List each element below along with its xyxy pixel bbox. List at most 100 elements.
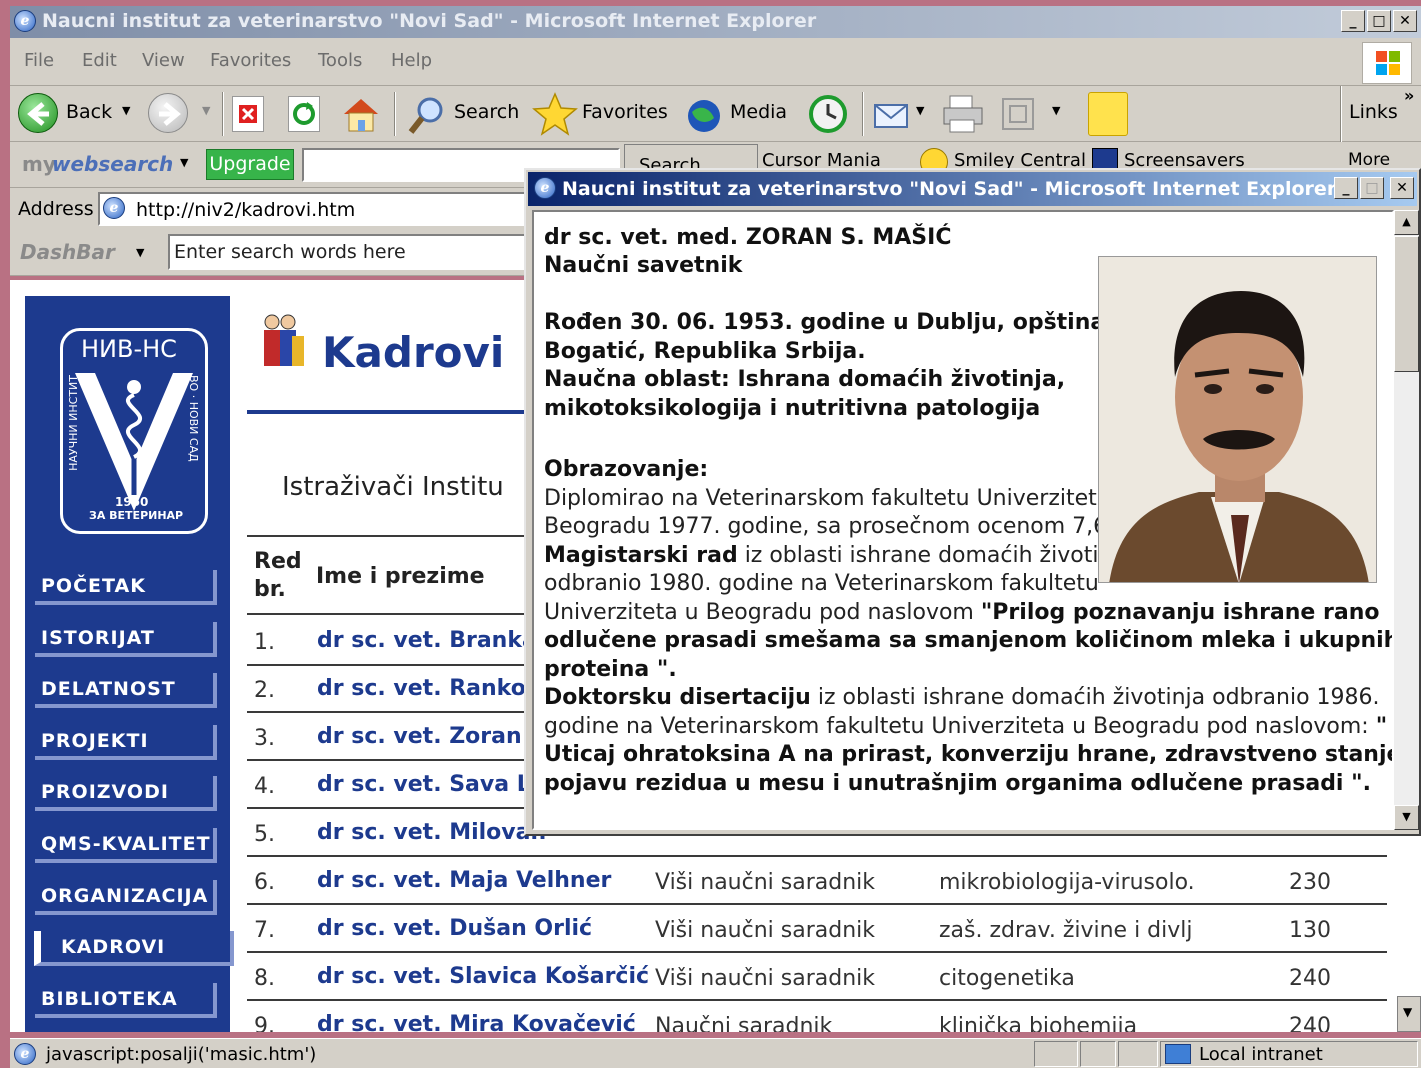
dashbar-placeholder: Enter search words here: [174, 241, 406, 263]
dashbar-brand[interactable]: DashBar: [20, 240, 115, 264]
logo-title: НИВ-НС: [81, 335, 177, 363]
menu-tools[interactable]: Tools: [318, 50, 362, 71]
bio-line: Bogatić, Republika Srbija.: [544, 339, 866, 364]
back-arrow-icon[interactable]: [18, 93, 58, 133]
portrait-photo: [1098, 256, 1377, 583]
scroll-down-arrow-icon[interactable]: ▼: [1394, 805, 1419, 830]
menu-favorites[interactable]: Favorites: [210, 50, 291, 71]
row-code: 240: [1289, 966, 1331, 991]
row-name-link[interactable]: dr sc. vet. Dušan Orlić: [317, 916, 592, 941]
refresh-icon[interactable]: [288, 96, 320, 132]
row-name-link[interactable]: dr sc. vet. Mira Kovačević: [317, 1012, 636, 1032]
row-name-link[interactable]: dr sc. vet. Slavica Košarčić: [317, 964, 649, 989]
minimize-button[interactable]: _: [1341, 10, 1365, 32]
more-link[interactable]: More: [1348, 150, 1390, 170]
messenger-note-icon[interactable]: [1088, 92, 1128, 136]
forward-arrow-icon[interactable]: [148, 93, 188, 133]
maximize-button[interactable]: □: [1367, 10, 1391, 32]
status-page-icon: e: [14, 1043, 36, 1065]
close-button[interactable]: ✕: [1393, 10, 1417, 32]
edit-page-icon[interactable]: [1002, 98, 1034, 130]
status-zone: Local intranet: [1199, 1044, 1323, 1065]
row-name-link[interactable]: dr sc. vet. Maja Velhner: [317, 868, 611, 893]
masters-title-line: odlučene prasadi smešama sa smanjenom ko…: [544, 628, 1394, 653]
mywebsearch-dropdown-icon[interactable]: ▼: [180, 156, 188, 169]
status-panel: [1118, 1041, 1158, 1067]
mywebsearch-brand-web[interactable]: websearch: [52, 152, 173, 176]
row-field: klinička biohemija: [939, 1014, 1138, 1032]
header-ime-prezime: Ime i prezime: [316, 564, 485, 589]
page-scroll-down-button[interactable]: ▼: [1397, 996, 1421, 1032]
menu-help[interactable]: Help: [391, 50, 432, 71]
row-code: 130: [1289, 918, 1331, 943]
nav-delatnost[interactable]: DELATNOST: [35, 673, 217, 708]
main-title-bar: e Naucni institut za veterinarstvo "Novi…: [10, 6, 1421, 38]
row-title: Viši naučni saradnik: [655, 966, 875, 991]
popup-scrollbar[interactable]: ▲ ▼: [1394, 210, 1419, 830]
mywebsearch-brand-my[interactable]: my: [22, 152, 56, 176]
row-title: Viši naučni saradnik: [655, 870, 875, 895]
scroll-thumb[interactable]: [1394, 236, 1419, 372]
nav-qms-kvalitet[interactable]: QMS-KVALITET: [35, 828, 217, 863]
back-dropdown-icon[interactable]: ▼: [122, 104, 130, 117]
main-window-title: Naucni institut za veterinarstvo "Novi S…: [42, 10, 817, 32]
popup-title-bar: e Naucni institut za veterinarstvo "Novi…: [528, 172, 1417, 206]
search-icon[interactable]: [406, 92, 448, 136]
nav-proizvodi[interactable]: PROIZVODI: [35, 776, 217, 811]
nav-kadrovi[interactable]: KADROVI: [34, 931, 234, 966]
nav-istorijat[interactable]: ISTORIJAT: [35, 622, 217, 657]
table-divider: [247, 951, 1387, 953]
row-name-link[interactable]: dr sc. vet. Ranko: [317, 676, 526, 701]
row-code: 240: [1289, 1014, 1331, 1032]
row-title: Viši naučni saradnik: [655, 918, 875, 943]
scroll-up-arrow-icon[interactable]: ▲: [1394, 210, 1419, 235]
popup-minimize-button[interactable]: _: [1334, 177, 1358, 199]
nav-pocetak[interactable]: POČETAK: [35, 570, 217, 605]
row-name-link[interactable]: dr sc. vet. Zoran M: [317, 724, 551, 749]
upgrade-button[interactable]: Upgrade: [206, 149, 294, 180]
menu-file[interactable]: File: [24, 50, 54, 71]
mail-icon[interactable]: [872, 96, 912, 132]
favorites-button[interactable]: Favorites: [582, 101, 668, 123]
back-button[interactable]: Back: [66, 101, 112, 123]
nav-projekti[interactable]: PROJEKTI: [35, 725, 217, 760]
standard-toolbar: Back ▼ ▼ Search Favorites Media ▼ ▼ Link…: [10, 86, 1421, 142]
home-icon[interactable]: [340, 94, 382, 134]
links-chevron-icon[interactable]: »: [1404, 86, 1414, 105]
forward-dropdown-icon[interactable]: ▼: [202, 104, 210, 117]
row-name-link[interactable]: dr sc. vet. Sava La: [317, 772, 546, 797]
stop-icon[interactable]: [232, 96, 264, 132]
institute-logo: НИВ-НС НАУЧНИ ИНСТИТ ВО · НОВИ САД 1950 …: [60, 328, 208, 534]
print-icon[interactable]: [940, 94, 986, 134]
dashbar-dropdown-icon[interactable]: ▼: [136, 246, 144, 259]
nav-organizacija[interactable]: ORGANIZACIJA: [35, 880, 217, 915]
dashbar-search-input[interactable]: Enter search words here: [168, 234, 530, 270]
doctorate-line: godine na Veterinarskom fakultetu Univer…: [544, 714, 1388, 739]
menu-bar: File Edit View Favorites Tools Help: [10, 38, 1421, 86]
address-label: Address: [18, 198, 94, 220]
ie-icon: e: [534, 177, 556, 199]
row-name-link[interactable]: dr sc. vet. Branka: [317, 628, 537, 653]
media-button[interactable]: Media: [730, 101, 787, 123]
popup-close-button[interactable]: ✕: [1390, 177, 1414, 199]
ie-icon: e: [14, 10, 36, 32]
dashbar-toolbar: DashBar ▼ Enter search words here: [10, 230, 530, 276]
address-input[interactable]: e http://niv2/kadrovi.htm: [98, 192, 532, 226]
links-button[interactable]: Links: [1349, 101, 1398, 123]
menu-view[interactable]: View: [142, 50, 185, 71]
favorites-star-icon[interactable]: [532, 92, 578, 136]
status-panel: [1080, 1041, 1116, 1067]
nav-biblioteka[interactable]: BIBLIOTEKA: [35, 983, 217, 1018]
mail-dropdown-icon[interactable]: ▼: [916, 104, 924, 117]
masters-line: Magistarski rad iz oblasti ishrane domać…: [544, 543, 1132, 568]
row-name-link[interactable]: dr sc. vet. Milovan: [317, 820, 546, 845]
profile-position: Naučni savetnik: [544, 253, 743, 278]
media-icon[interactable]: [684, 94, 728, 136]
edit-dropdown-icon[interactable]: ▼: [1052, 104, 1060, 117]
history-icon[interactable]: [806, 92, 850, 136]
popup-maximize-button[interactable]: □: [1360, 177, 1384, 199]
education-line: Beogradu 1977. godine, sa prosečnom ocen…: [544, 514, 1129, 539]
search-button[interactable]: Search: [454, 101, 519, 123]
menu-edit[interactable]: Edit: [82, 50, 117, 71]
table-divider: [247, 999, 1387, 1001]
